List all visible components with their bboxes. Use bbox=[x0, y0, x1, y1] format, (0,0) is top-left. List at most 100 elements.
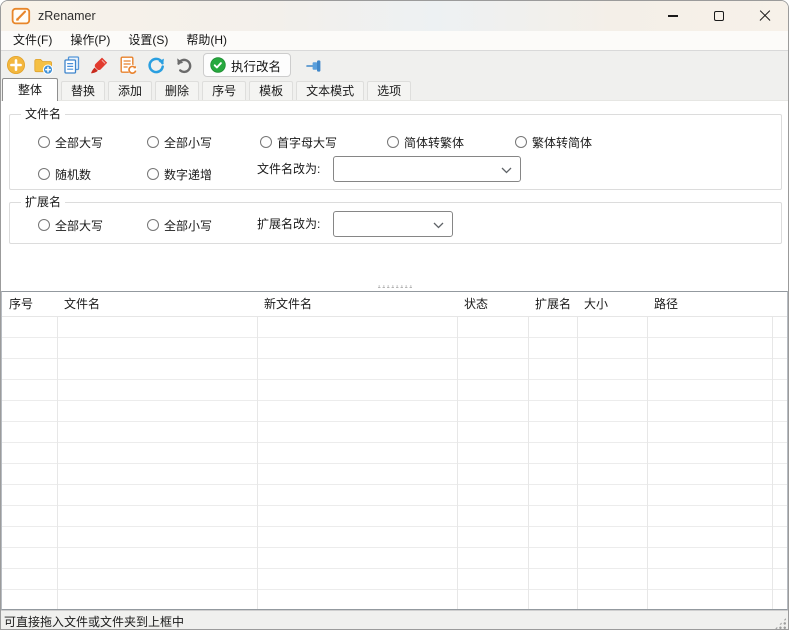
maximize-icon bbox=[714, 11, 724, 21]
chevron-down-icon bbox=[501, 167, 512, 174]
copy-names-icon bbox=[62, 55, 82, 75]
radio-circle-icon bbox=[147, 168, 159, 180]
maximize-button[interactable] bbox=[696, 1, 742, 31]
menu-settings[interactable]: 设置(S) bbox=[119, 31, 177, 50]
refresh-names-icon bbox=[118, 55, 138, 75]
radio-circle-icon bbox=[515, 136, 527, 148]
column-header-size[interactable]: 大小 bbox=[577, 292, 647, 317]
filename-change-label: 文件名改为: bbox=[257, 156, 320, 182]
radio-filename-capitalize[interactable]: 首字母大写 bbox=[260, 135, 337, 149]
radio-label: 首字母大写 bbox=[277, 134, 337, 151]
extension-group-title: 扩展名 bbox=[21, 195, 65, 209]
radio-extension-lowercase[interactable]: 全部小写 bbox=[147, 218, 212, 232]
reload-button[interactable] bbox=[145, 55, 166, 76]
menu-help[interactable]: 帮助(H) bbox=[177, 31, 236, 50]
column-divider[interactable] bbox=[528, 292, 529, 609]
tab-number[interactable]: 序号 bbox=[202, 81, 246, 100]
execute-rename-button[interactable]: 执行改名 bbox=[203, 53, 291, 77]
extension-change-label: 扩展名改为: bbox=[257, 211, 320, 237]
radio-circle-icon bbox=[387, 136, 399, 148]
column-header-status[interactable]: 状态 bbox=[457, 292, 528, 317]
radio-filename-lowercase[interactable]: 全部小写 bbox=[147, 135, 212, 149]
filename-groupbox: 文件名 全部大写 全部小写 首字母大写 简体转繁体 繁体转简体 bbox=[9, 114, 782, 190]
clear-list-icon bbox=[89, 55, 110, 76]
pin-button[interactable] bbox=[304, 55, 325, 76]
column-divider[interactable] bbox=[772, 292, 773, 609]
column-header-index[interactable]: 序号 bbox=[2, 292, 57, 317]
tabstrip: 整体 替换 添加 删除 序号 模板 文本模式 选项 bbox=[1, 79, 788, 101]
table-body-empty[interactable] bbox=[2, 317, 787, 609]
add-files-icon bbox=[6, 55, 26, 75]
check-circle-icon bbox=[210, 57, 226, 73]
pencil-box-icon bbox=[11, 6, 31, 26]
column-header-path[interactable]: 路径 bbox=[647, 292, 772, 317]
table-header: 序号 文件名 新文件名 状态 扩展名 大小 路径 bbox=[2, 292, 787, 317]
tab-add[interactable]: 添加 bbox=[108, 81, 152, 100]
extension-change-combobox[interactable] bbox=[333, 211, 453, 237]
radio-label: 随机数 bbox=[55, 166, 91, 183]
app-window: zRenamer 文件(F) 操作(P) 设置(S) 帮助(H) bbox=[0, 0, 789, 630]
radio-label: 全部大写 bbox=[55, 134, 103, 151]
radio-simplified-to-traditional[interactable]: 简体转繁体 bbox=[387, 135, 464, 149]
clear-list-button[interactable] bbox=[89, 55, 110, 76]
menu-file[interactable]: 文件(F) bbox=[4, 31, 61, 50]
column-divider[interactable] bbox=[647, 292, 648, 609]
column-header-extension[interactable]: 扩展名 bbox=[528, 292, 577, 317]
extension-groupbox: 扩展名 全部大写 全部小写 扩展名改为: bbox=[9, 202, 782, 244]
add-files-button[interactable] bbox=[5, 55, 26, 76]
minimize-button[interactable] bbox=[650, 1, 696, 31]
filename-group-title: 文件名 bbox=[21, 107, 65, 121]
radio-label: 全部小写 bbox=[164, 217, 212, 234]
tab-template[interactable]: 模板 bbox=[249, 81, 293, 100]
filename-change-combobox[interactable] bbox=[333, 156, 521, 182]
radio-label: 全部大写 bbox=[55, 217, 103, 234]
column-header-new-filename[interactable]: 新文件名 bbox=[257, 292, 457, 317]
copy-names-button[interactable] bbox=[61, 55, 82, 76]
radio-circle-icon bbox=[38, 219, 50, 231]
column-divider[interactable] bbox=[457, 292, 458, 609]
radio-label: 简体转繁体 bbox=[404, 134, 464, 151]
column-divider[interactable] bbox=[577, 292, 578, 609]
column-header-spacer bbox=[772, 292, 787, 317]
execute-rename-label: 执行改名 bbox=[231, 56, 281, 75]
minimize-icon bbox=[668, 15, 678, 16]
radio-filename-uppercase[interactable]: 全部大写 bbox=[38, 135, 103, 149]
column-divider[interactable] bbox=[57, 292, 58, 609]
titlebar[interactable]: zRenamer bbox=[1, 1, 788, 31]
chevron-down-icon bbox=[433, 222, 444, 229]
tab-whole[interactable]: 整体 bbox=[2, 78, 58, 101]
radio-label: 数字递增 bbox=[164, 166, 212, 183]
menu-operate[interactable]: 操作(P) bbox=[61, 31, 119, 50]
radio-extension-uppercase[interactable]: 全部大写 bbox=[38, 218, 103, 232]
splitter-grip[interactable] bbox=[377, 285, 413, 288]
pin-icon bbox=[305, 56, 324, 75]
add-folder-button[interactable] bbox=[33, 55, 54, 76]
radio-number-increment[interactable]: 数字递增 bbox=[147, 167, 212, 181]
radio-circle-icon bbox=[38, 168, 50, 180]
file-list-table: 序号 文件名 新文件名 状态 扩展名 大小 路径 bbox=[1, 291, 788, 610]
tab-options[interactable]: 选项 bbox=[367, 81, 411, 100]
window-title: zRenamer bbox=[38, 9, 96, 23]
status-text: 可直接拖入文件或文件夹到上框中 bbox=[4, 613, 184, 630]
resize-grip-icon[interactable] bbox=[774, 617, 787, 630]
radio-traditional-to-simplified[interactable]: 繁体转简体 bbox=[515, 135, 592, 149]
statusbar: 可直接拖入文件或文件夹到上框中 bbox=[1, 610, 788, 630]
close-button[interactable] bbox=[742, 1, 788, 31]
refresh-names-button[interactable] bbox=[117, 55, 138, 76]
radio-label: 繁体转简体 bbox=[532, 134, 592, 151]
tab-delete[interactable]: 删除 bbox=[155, 81, 199, 100]
undo-button[interactable] bbox=[173, 55, 194, 76]
tab-replace[interactable]: 替换 bbox=[61, 81, 105, 100]
radio-circle-icon bbox=[38, 136, 50, 148]
column-header-filename[interactable]: 文件名 bbox=[57, 292, 257, 317]
reload-icon bbox=[146, 55, 166, 75]
radio-random-number[interactable]: 随机数 bbox=[38, 167, 91, 181]
tab-panel-whole: 文件名 全部大写 全部小写 首字母大写 简体转繁体 繁体转简体 bbox=[1, 101, 788, 291]
tab-text-mode[interactable]: 文本模式 bbox=[296, 81, 364, 100]
add-folder-icon bbox=[33, 55, 54, 76]
radio-circle-icon bbox=[147, 219, 159, 231]
column-divider[interactable] bbox=[257, 292, 258, 609]
close-icon bbox=[759, 10, 771, 22]
radio-circle-icon bbox=[147, 136, 159, 148]
window-controls bbox=[650, 1, 788, 31]
